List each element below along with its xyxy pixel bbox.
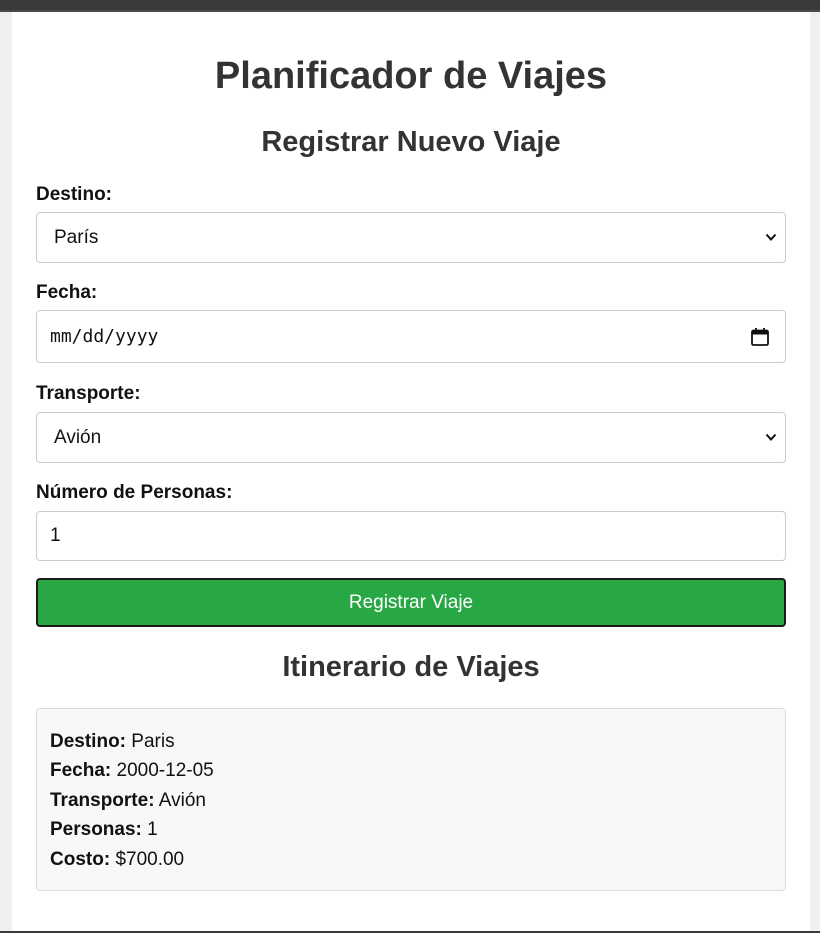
- register-trip-button[interactable]: Registrar Viaje: [36, 578, 786, 627]
- trip-transport-value: Avión: [158, 789, 206, 811]
- trip-people-value: 1: [147, 819, 158, 841]
- trip-date: Fecha: 2000-12-05: [50, 756, 772, 785]
- trip-people: Personas: 1: [50, 815, 772, 844]
- destination-select-value: París: [54, 227, 99, 248]
- page-title: Planificador de Viajes: [214, 55, 608, 97]
- trip-date-value: 2000-12-05: [116, 760, 214, 782]
- calendar-icon[interactable]: [750, 327, 770, 347]
- date-label: Fecha:: [36, 282, 98, 303]
- people-input-value: 1: [50, 525, 61, 546]
- transport-select-value: Avión: [54, 427, 102, 448]
- trip-cost-value: $700.00: [115, 848, 185, 870]
- people-label: Número de Personas:: [36, 482, 233, 503]
- form-heading: Registrar Nuevo Viaje: [261, 126, 561, 158]
- itinerary-heading: Itinerario de Viajes: [282, 651, 540, 683]
- trip-cost: Costo: $700.00: [50, 845, 772, 874]
- destination-select[interactable]: París: [36, 212, 786, 263]
- trip-people-label: Personas:: [50, 819, 142, 841]
- chevron-down-icon: [765, 233, 777, 241]
- trip-destination: Destino: Paris: [50, 727, 772, 756]
- transport-label: Transporte:: [36, 383, 141, 404]
- trip-transport-label: Transporte:: [50, 789, 155, 811]
- trip-destination-label: Destino:: [50, 731, 126, 752]
- browser-top-bar: [0, 0, 820, 12]
- trip-transport: Transporte: Avión: [50, 786, 772, 815]
- trip-destination-value: Paris: [131, 731, 175, 752]
- date-input-placeholder: mm/dd/yyyy: [50, 326, 159, 347]
- date-input[interactable]: mm/dd/yyyy: [36, 310, 786, 363]
- trip-date-label: Fecha:: [50, 760, 112, 782]
- people-input[interactable]: 1: [36, 511, 786, 561]
- trip-cost-label: Costo:: [50, 848, 111, 870]
- chevron-down-icon: [765, 433, 777, 441]
- transport-select[interactable]: Avión: [36, 412, 786, 463]
- app-container: Planificador de Viajes Registrar Nuevo V…: [12, 12, 810, 931]
- trip-card: Destino: Paris Fecha: 2000-12-05 Transpo…: [36, 708, 786, 892]
- destination-label: Destino:: [36, 184, 112, 205]
